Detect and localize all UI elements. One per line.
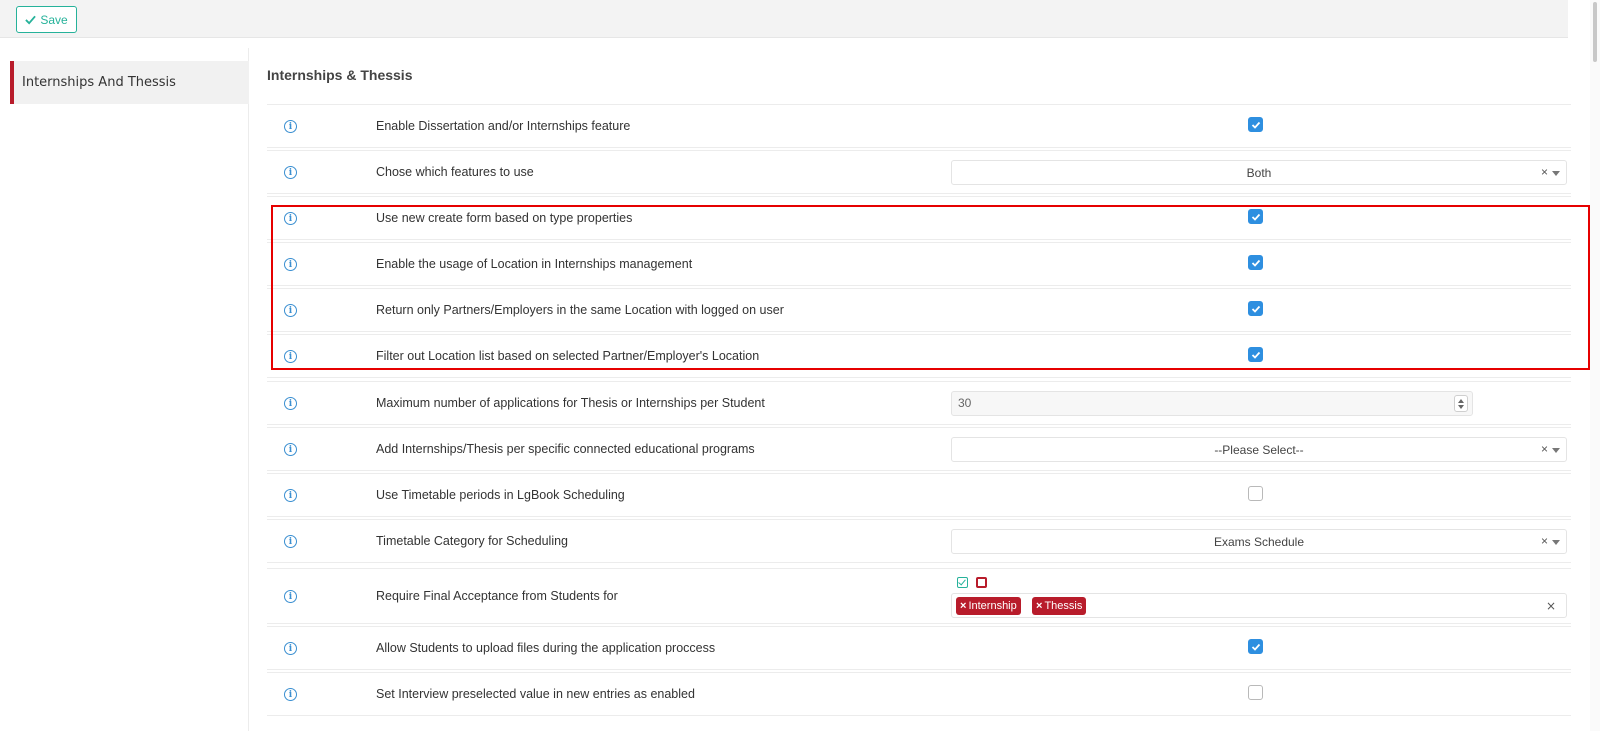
quantity-stepper[interactable]: [1454, 395, 1468, 412]
clear-icon[interactable]: ×: [1541, 165, 1548, 179]
filter-location-checkbox[interactable]: [1248, 347, 1263, 362]
setting-row-max-applications: i Maximum number of applications for The…: [267, 381, 1571, 425]
setting-label: Add Internships/Thesis per specific conn…: [376, 442, 755, 456]
remove-tag-icon[interactable]: ×: [1036, 600, 1042, 612]
setting-label: Use new create form based on type proper…: [376, 211, 633, 225]
checkmark-icon: [1251, 643, 1261, 651]
clear-icon[interactable]: ×: [1541, 442, 1548, 456]
info-icon[interactable]: i: [284, 212, 297, 225]
info-icon[interactable]: i: [284, 590, 297, 603]
deselect-all-icon[interactable]: [976, 577, 987, 588]
clear-icon[interactable]: ×: [1541, 534, 1548, 548]
info-icon[interactable]: i: [284, 120, 297, 133]
timetable-category-select[interactable]: Exams Schedule ×: [951, 529, 1567, 554]
setting-label: Enable the usage of Location in Internsh…: [376, 257, 693, 271]
chevron-down-icon[interactable]: [1552, 171, 1560, 176]
setting-label: Use Timetable periods in LgBook Scheduli…: [376, 488, 625, 502]
select-all-icon[interactable]: [957, 577, 968, 588]
tag-label: Thessis: [1044, 600, 1083, 612]
checkmark-icon: [1251, 121, 1261, 129]
sidebar-item-internships-and-thessis[interactable]: Internships And Thessis: [10, 61, 249, 104]
setting-row-partners-same-location: i Return only Partners/Employers in the …: [267, 288, 1571, 332]
checkmark-icon: [1251, 305, 1261, 313]
setting-label: Set Interview preselected value in new e…: [376, 687, 695, 701]
setting-label: Timetable Category for Scheduling: [376, 534, 568, 548]
info-icon[interactable]: i: [284, 535, 297, 548]
setting-row-timetable-periods: i Use Timetable periods in LgBook Schedu…: [267, 473, 1571, 517]
chevron-down-icon[interactable]: [1552, 540, 1560, 545]
info-icon[interactable]: i: [284, 258, 297, 271]
setting-row-new-create-form: i Use new create form based on type prop…: [267, 196, 1571, 240]
info-icon[interactable]: i: [284, 166, 297, 179]
setting-row-educational-programs: i Add Internships/Thesis per specific co…: [267, 427, 1571, 471]
setting-row-interview-preselected: i Set Interview preselected value in new…: [267, 672, 1571, 716]
tag-label: Internship: [968, 600, 1017, 612]
setting-row-filter-location: i Filter out Location list based on sele…: [267, 334, 1571, 378]
setting-row-upload-files: i Allow Students to upload files during …: [267, 626, 1571, 670]
checkmark-icon: [1251, 259, 1261, 267]
info-icon[interactable]: i: [284, 489, 297, 502]
setting-label: Maximum number of applications for Thesi…: [376, 396, 765, 410]
chevron-down-icon[interactable]: [1552, 448, 1560, 453]
save-button[interactable]: Save: [16, 6, 77, 33]
section-title: Internships & Thessis: [267, 67, 413, 83]
sidebar: Internships And Thessis: [0, 48, 249, 731]
setting-row-location-usage: i Enable the usage of Location in Intern…: [267, 242, 1571, 286]
info-icon[interactable]: i: [284, 350, 297, 363]
upload-files-checkbox[interactable]: [1248, 639, 1263, 654]
checkmark-icon: [1251, 213, 1261, 221]
features-select[interactable]: Both ×: [951, 160, 1567, 185]
tag-internship: × Internship: [956, 597, 1021, 615]
final-acceptance-multiselect[interactable]: × Internship × Thessis ×: [951, 593, 1567, 618]
setting-label: Return only Partners/Employers in the sa…: [376, 303, 784, 317]
checkmark-icon: [1251, 351, 1261, 359]
scrollbar-thumb[interactable]: [1593, 2, 1597, 62]
setting-label: Enable Dissertation and/or Internships f…: [376, 119, 631, 133]
new-create-form-checkbox[interactable]: [1248, 209, 1263, 224]
info-icon[interactable]: i: [284, 443, 297, 456]
info-icon[interactable]: i: [284, 642, 297, 655]
setting-label: Allow Students to upload files during th…: [376, 641, 716, 655]
interview-preselected-checkbox[interactable]: [1248, 685, 1263, 700]
max-applications-input[interactable]: 30: [951, 391, 1473, 416]
setting-row-timetable-category: i Timetable Category for Scheduling Exam…: [267, 519, 1571, 563]
setting-label: Chose which features to use: [376, 165, 534, 179]
toolbar: Save: [0, 0, 1568, 38]
timetable-periods-checkbox[interactable]: [1248, 486, 1263, 501]
clear-icon[interactable]: ×: [1546, 599, 1556, 613]
info-icon[interactable]: i: [284, 688, 297, 701]
setting-row-features: i Chose which features to use Both ×: [267, 150, 1571, 194]
select-value: Exams Schedule: [1213, 535, 1305, 549]
select-all-controls: [957, 577, 987, 588]
educational-programs-select[interactable]: --Please Select-- ×: [951, 437, 1567, 462]
setting-label: Filter out Location list based on select…: [376, 349, 760, 363]
chevron-down-icon[interactable]: [1458, 405, 1464, 409]
enable-feature-checkbox[interactable]: [1248, 117, 1263, 132]
check-icon: [25, 15, 37, 25]
setting-row-enable-feature: i Enable Dissertation and/or Internships…: [267, 104, 1571, 148]
info-icon[interactable]: i: [284, 304, 297, 317]
location-usage-checkbox[interactable]: [1248, 255, 1263, 270]
chevron-up-icon[interactable]: [1458, 399, 1464, 403]
save-button-label: Save: [40, 12, 68, 27]
partners-same-location-checkbox[interactable]: [1248, 301, 1263, 316]
remove-tag-icon[interactable]: ×: [960, 600, 966, 612]
sidebar-item-label: Internships And Thessis: [22, 75, 176, 90]
scrollbar[interactable]: [1590, 0, 1600, 731]
setting-label: Require Final Acceptance from Students f…: [376, 589, 618, 603]
select-value: --Please Select--: [1214, 443, 1304, 457]
number-value: 30: [958, 396, 972, 410]
tag-thessis: × Thessis: [1032, 597, 1087, 615]
setting-row-final-acceptance: i Require Final Acceptance from Students…: [267, 568, 1571, 624]
select-value: Both: [1246, 166, 1272, 180]
info-icon[interactable]: i: [284, 397, 297, 410]
